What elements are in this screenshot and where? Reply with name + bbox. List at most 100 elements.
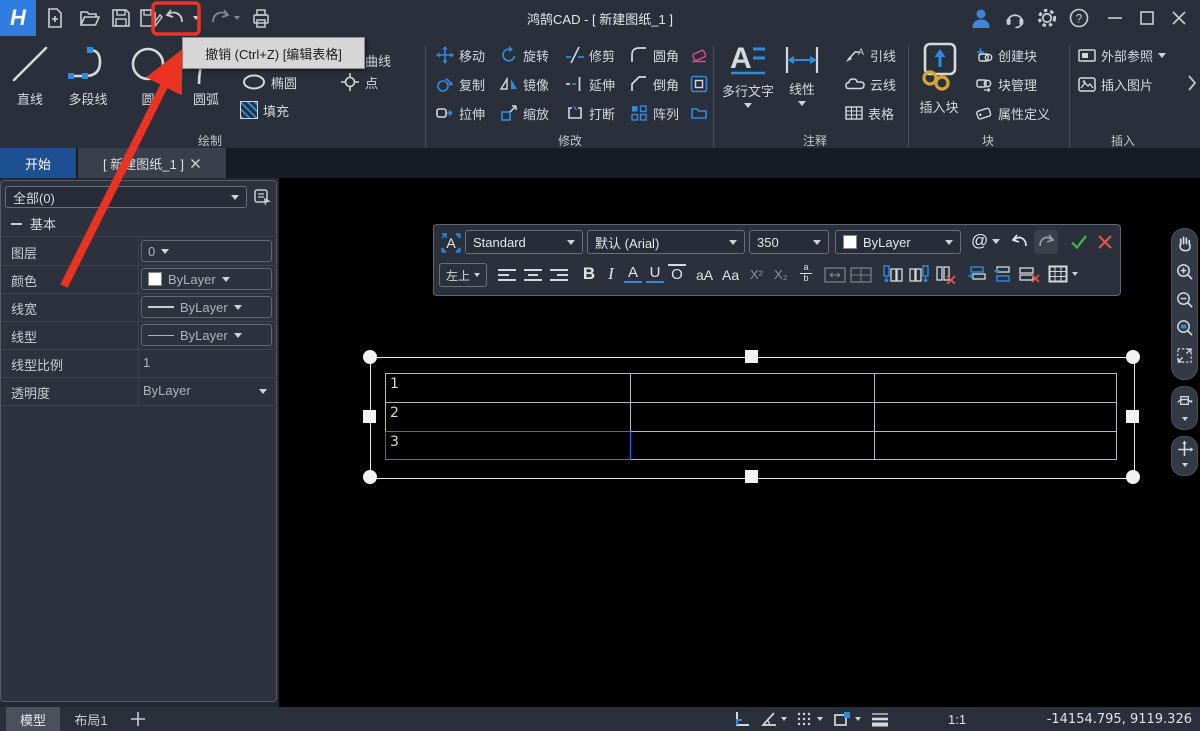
- insert-row-below-button[interactable]: [992, 265, 1014, 284]
- ribbon-explode-button[interactable]: [690, 103, 708, 123]
- close-button[interactable]: [1164, 3, 1194, 33]
- ribbon-mtext-button[interactable]: A 多行文字: [722, 40, 774, 108]
- underline-button[interactable]: U: [646, 264, 664, 283]
- align-center-button[interactable]: [522, 267, 544, 283]
- settings-button[interactable]: [1032, 3, 1062, 33]
- overline-button[interactable]: O: [668, 264, 686, 283]
- table-cell-r1c1[interactable]: 1: [390, 376, 399, 392]
- tab-close-icon[interactable]: [190, 158, 201, 169]
- superscript-button[interactable]: X²: [750, 267, 763, 282]
- minimize-button[interactable]: [1100, 3, 1130, 33]
- ribbon-offset-button[interactable]: [690, 74, 708, 94]
- mtext-dropdown-caret[interactable]: [744, 103, 752, 108]
- ribbon-move-button[interactable]: 移动: [436, 45, 485, 65]
- pan-button[interactable]: [1175, 234, 1194, 253]
- ribbon-point-button[interactable]: 点: [340, 72, 378, 92]
- zoom-window-button[interactable]: [1175, 318, 1194, 337]
- tab-start[interactable]: 开始: [0, 148, 76, 178]
- text-size-dropdown[interactable]: 350: [749, 230, 829, 254]
- open-file-button[interactable]: [74, 3, 104, 33]
- layout1-tab[interactable]: 布局1: [64, 707, 118, 731]
- polar-tracking-toggle[interactable]: [760, 711, 787, 727]
- confirm-button[interactable]: [1068, 231, 1090, 253]
- linear-dim-dropdown-caret[interactable]: [798, 101, 806, 106]
- editor-redo-button[interactable]: [1034, 230, 1058, 254]
- ortho-toggle[interactable]: [733, 710, 751, 728]
- subscript-button[interactable]: X₂: [774, 267, 788, 282]
- color-dropdown[interactable]: ByLayer: [141, 268, 272, 290]
- stack-fraction-button[interactable]: ab: [800, 263, 812, 284]
- grip-top-left[interactable]: [363, 350, 377, 364]
- ribbon-table-button[interactable]: 表格: [845, 103, 894, 123]
- ribbon-insert-block-button[interactable]: 插入块: [916, 40, 962, 116]
- maximize-button[interactable]: [1132, 3, 1162, 33]
- cad-table[interactable]: 1 2 3: [385, 373, 1117, 460]
- lineweight-toggle[interactable]: [870, 711, 890, 727]
- ribbon-cloud-button[interactable]: 云线: [845, 74, 896, 94]
- snap-grid-toggle[interactable]: [796, 711, 823, 727]
- ribbon-rotate-button[interactable]: 旋转: [500, 45, 549, 65]
- ribbon-xref-button[interactable]: 外部参照: [1078, 45, 1166, 65]
- print-button[interactable]: [246, 3, 276, 33]
- zoom-out-button[interactable]: [1175, 290, 1194, 309]
- text-color-dropdown[interactable]: ByLayer: [835, 230, 961, 254]
- selection-filter-dropdown[interactable]: 全部(0): [5, 186, 247, 208]
- grip-bottom-center[interactable]: [745, 470, 758, 483]
- table-borders-dropdown[interactable]: [1048, 265, 1078, 283]
- ribbon-circle-button[interactable]: 圆: [126, 42, 170, 108]
- linetype-dropdown[interactable]: ByLayer: [141, 324, 272, 346]
- editor-undo-button[interactable]: [1008, 230, 1032, 254]
- ribbon-array-button[interactable]: 阵列: [630, 103, 679, 123]
- nav-move-button[interactable]: [1175, 440, 1194, 459]
- grip-top-center[interactable]: [745, 350, 758, 363]
- undo-button[interactable]: [160, 3, 190, 33]
- lineweight-dropdown[interactable]: ByLayer: [141, 296, 272, 318]
- object-snap-toggle[interactable]: [832, 710, 861, 728]
- text-height-a-button[interactable]: A: [624, 264, 642, 283]
- transparency-caret[interactable]: [259, 389, 267, 394]
- redo-dropdown-caret[interactable]: [234, 16, 240, 20]
- ribbon-mirror-button[interactable]: 镜像: [500, 74, 549, 94]
- ribbon-attribute-define-button[interactable]: 属性定义: [975, 103, 1050, 123]
- insert-row-above-button[interactable]: [966, 265, 988, 284]
- ribbon-expand-button[interactable]: [1186, 74, 1198, 92]
- table-cell-r2c1[interactable]: 2: [390, 405, 399, 421]
- layer-dropdown[interactable]: 0: [141, 240, 272, 262]
- ribbon-line-button[interactable]: 直线: [8, 42, 52, 108]
- ribbon-polyline-button[interactable]: 多段线: [62, 42, 114, 108]
- ribbon-linear-dim-button[interactable]: 线性: [784, 44, 820, 106]
- model-tab[interactable]: 模型: [6, 707, 60, 731]
- undo-dropdown-caret[interactable]: [193, 16, 199, 20]
- ribbon-insert-image-button[interactable]: 插入图片: [1078, 74, 1153, 94]
- italic-button[interactable]: I: [602, 264, 620, 284]
- grip-right-middle[interactable]: [1126, 410, 1139, 423]
- zoom-in-button[interactable]: [1175, 262, 1194, 281]
- xref-dropdown-caret[interactable]: [1158, 53, 1166, 58]
- cancel-button[interactable]: [1094, 231, 1116, 253]
- ribbon-scale-button[interactable]: 缩放: [500, 103, 549, 123]
- zoom-extents-button[interactable]: [1175, 346, 1194, 365]
- orbit-button[interactable]: [1175, 391, 1194, 410]
- section-basic-header[interactable]: 基本: [1, 211, 277, 237]
- ribbon-create-block-button[interactable]: 创建块: [975, 45, 1037, 65]
- lowercase-button[interactable]: aA: [696, 267, 713, 283]
- ribbon-erase-button[interactable]: [690, 45, 708, 65]
- ribbon-chamfer-button[interactable]: 倒角: [630, 74, 679, 94]
- save-button[interactable]: [106, 3, 136, 33]
- ribbon-ellipse-button[interactable]: 椭圆: [242, 72, 297, 92]
- text-style-dropdown[interactable]: Standard: [465, 230, 583, 254]
- ribbon-trim-button[interactable]: 修剪: [566, 45, 615, 65]
- unmerge-cells-button[interactable]: [850, 267, 872, 283]
- align-left-button[interactable]: [496, 267, 518, 283]
- merge-cells-button[interactable]: [824, 267, 846, 283]
- app-logo[interactable]: H: [0, 0, 36, 36]
- justify-dropdown[interactable]: 左上: [439, 263, 487, 287]
- uppercase-button[interactable]: Aa: [722, 267, 739, 283]
- ribbon-break-button[interactable]: 打断: [566, 103, 615, 123]
- ribbon-leader-button[interactable]: A 引线: [845, 45, 896, 65]
- quick-select-button[interactable]: [251, 185, 275, 209]
- ribbon-block-manager-button[interactable]: 块管理: [975, 74, 1037, 94]
- new-file-button[interactable]: [40, 3, 70, 33]
- text-height-button[interactable]: A: [439, 231, 463, 255]
- help-button[interactable]: ?: [1064, 3, 1094, 33]
